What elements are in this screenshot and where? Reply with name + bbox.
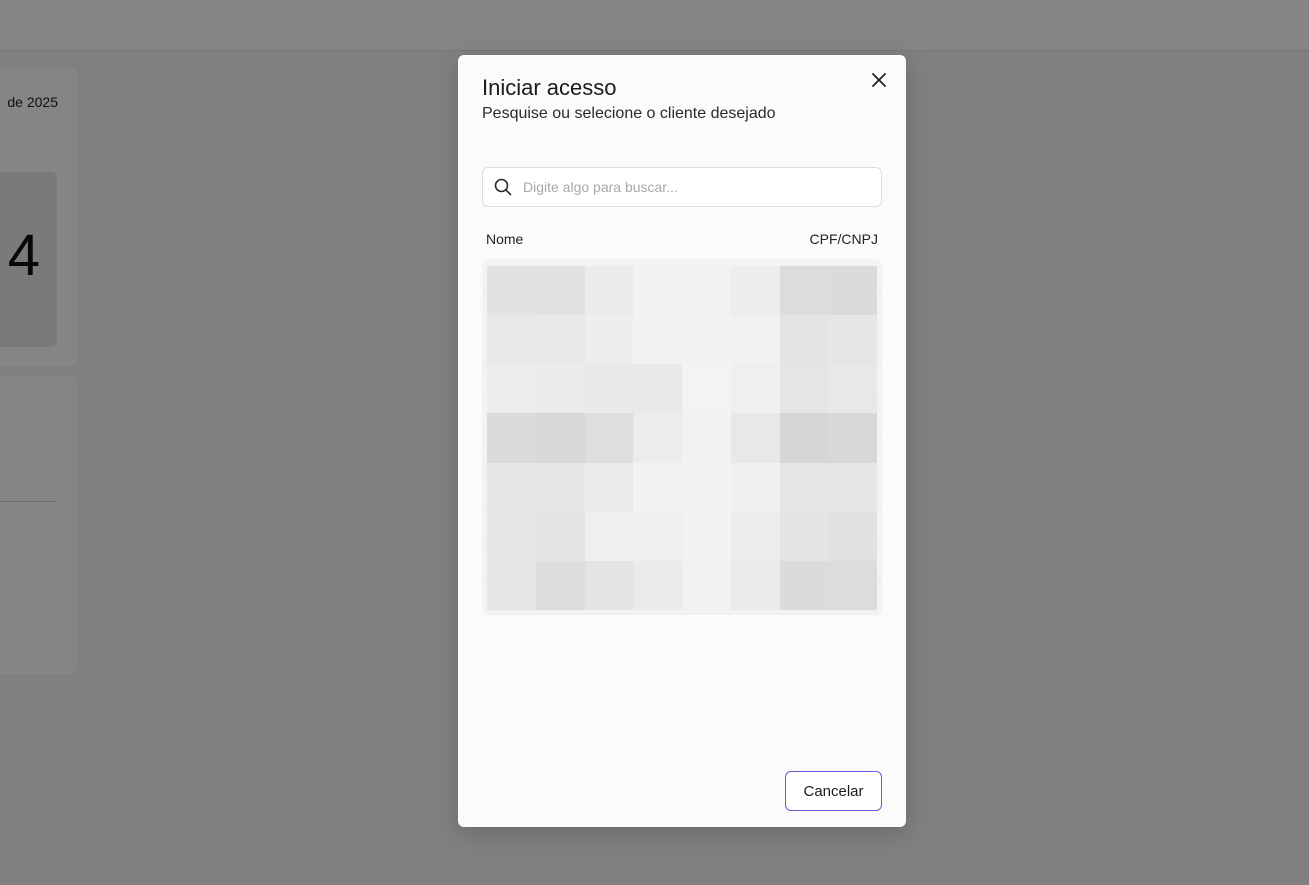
column-name-header: Nome: [486, 231, 524, 247]
dialog-title: Iniciar acesso: [482, 75, 617, 100]
search-field[interactable]: [482, 167, 882, 207]
search-icon: [493, 177, 513, 197]
search-input[interactable]: [523, 179, 863, 195]
column-document-header: CPF/CNPJ: [809, 231, 878, 247]
dialog-subtitle: Pesquise ou selecione o cliente desejado: [482, 105, 776, 122]
app-root: de 2025 4 Iniciar acesso Pesquise ou sel…: [0, 0, 1309, 885]
cancel-button[interactable]: Cancelar: [785, 771, 882, 811]
table-header: Nome CPF/CNPJ: [482, 231, 882, 247]
close-icon: [872, 73, 886, 87]
start-access-dialog: Iniciar acesso Pesquise ou selecione o c…: [458, 55, 906, 827]
client-list[interactable]: [482, 259, 882, 615]
blurred-client-data: [487, 266, 877, 610]
close-button[interactable]: [868, 69, 890, 91]
